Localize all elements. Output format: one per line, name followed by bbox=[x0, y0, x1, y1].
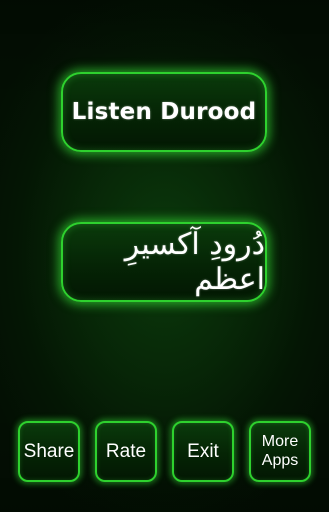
durood-title-label: دُرودِ آکسیرِ اعظم bbox=[124, 227, 265, 297]
exit-label: Exit bbox=[187, 440, 219, 462]
listen-durood-button[interactable]: Listen Durood bbox=[61, 72, 267, 152]
share-label: Share bbox=[23, 440, 75, 462]
listen-durood-label: Listen Durood bbox=[71, 99, 257, 125]
exit-button[interactable]: Exit bbox=[172, 421, 234, 482]
share-button[interactable]: Share bbox=[18, 421, 80, 482]
durood-text-button[interactable]: دُرودِ آکسیرِ اعظم bbox=[61, 222, 267, 302]
more-apps-label: More Apps bbox=[261, 433, 299, 469]
rate-button[interactable]: Rate bbox=[95, 421, 157, 482]
more-apps-button[interactable]: More Apps bbox=[249, 421, 311, 482]
rate-label: Rate bbox=[105, 440, 147, 462]
